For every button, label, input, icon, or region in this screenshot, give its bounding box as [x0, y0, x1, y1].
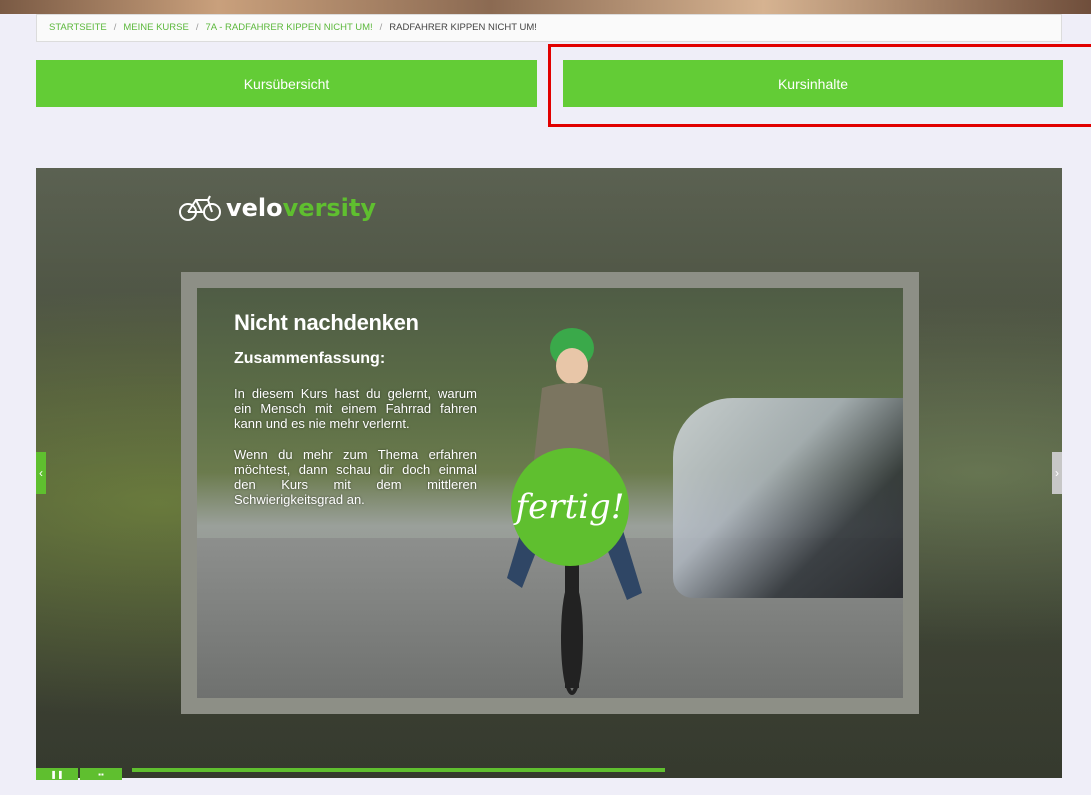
logo-versity-text: versity — [282, 194, 377, 222]
breadcrumb-home[interactable]: STARTSEITE — [49, 22, 107, 33]
progress-fill — [132, 768, 665, 772]
previous-slide-button[interactable]: ‹ — [36, 452, 46, 494]
recommendation-paragraph: Wenn du mehr zum Thema erfahren möchtest… — [234, 447, 477, 507]
slide-title: Nicht nachdenken — [234, 310, 419, 335]
chevron-left-icon: ‹ — [39, 466, 43, 480]
slide-text: Nicht nachdenken Zusammenfassung: In die… — [234, 310, 477, 523]
player-controls: ❚❚ ▪▪ — [36, 768, 124, 780]
pause-button[interactable]: ❚❚ — [36, 768, 78, 780]
highlight-box — [548, 44, 1091, 127]
logo-velo-text: velo — [226, 194, 283, 222]
slide-subtitle: Zusammenfassung: — [234, 350, 386, 367]
next-slide-button[interactable]: › — [1052, 452, 1062, 494]
course-overview-button[interactable]: Kursübersicht — [36, 60, 537, 107]
summary-paragraph: In diesem Kurs hast du gelernt, warum ei… — [234, 386, 477, 431]
photo-cars — [673, 398, 903, 598]
breadcrumb-separator: / — [113, 22, 117, 33]
progress-bar[interactable] — [132, 768, 1062, 772]
breadcrumb-separator: / — [379, 22, 383, 33]
header-image-strip — [0, 0, 1091, 14]
menu-button[interactable]: ▪▪ — [80, 768, 122, 780]
grid-icon: ▪▪ — [98, 769, 104, 779]
breadcrumb-separator: / — [195, 22, 199, 33]
breadcrumb-current: RADFAHRER KIPPEN NICHT UM! — [389, 22, 537, 33]
slide-photo: Nicht nachdenken Zusammenfassung: In die… — [197, 288, 903, 698]
breadcrumb: STARTSEITE / MEINE KURSE / 7A - RADFAHRER KI… — [36, 14, 1062, 42]
chevron-right-icon: › — [1055, 466, 1059, 480]
slide-frame: Nicht nachdenken Zusammenfassung: In die… — [181, 272, 919, 714]
bicycle-icon — [179, 195, 221, 221]
finished-badge: fertig! — [511, 448, 629, 566]
course-player: velo versity Nicht nachdenken Zusammenfas… — [36, 168, 1062, 778]
breadcrumb-course[interactable]: 7A - RADFAHRER KIPPEN NICHT UM! — [205, 22, 372, 33]
breadcrumb-my-courses[interactable]: MEINE KURSE — [123, 22, 188, 33]
pause-icon: ❚❚ — [50, 769, 64, 779]
veloversity-logo: velo versity — [178, 190, 376, 226]
